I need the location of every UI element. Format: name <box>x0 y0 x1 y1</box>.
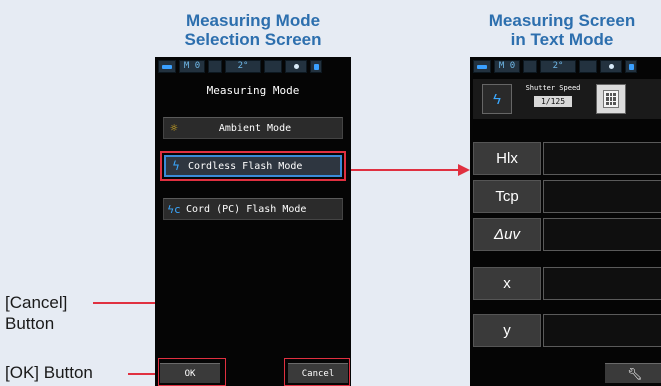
memory-indicator: M 0 <box>179 60 205 73</box>
status-blank <box>208 60 222 73</box>
shutter-speed-value: 1/125 <box>534 96 572 107</box>
sensor-icon <box>285 60 307 73</box>
status-blank <box>579 60 597 73</box>
ambient-mode-button[interactable]: ☼ Ambient Mode <box>163 117 343 139</box>
memory-indicator: M 0 <box>494 60 520 73</box>
status-blank <box>264 60 282 73</box>
measurement-label: Tcp <box>473 180 541 213</box>
battery-icon <box>473 60 491 73</box>
cord-flash-mode-button[interactable]: ϟc Cord (PC) Flash Mode <box>163 198 343 220</box>
selection-screen-heading: Measuring Mode Selection Screen <box>155 11 351 49</box>
mode-label: Ambient Mode <box>218 122 292 134</box>
transition-arrow-line <box>351 169 459 171</box>
battery-icon <box>158 60 176 73</box>
measurement-value <box>543 218 661 251</box>
flash-mode-button[interactable]: ϟ <box>482 84 512 114</box>
heading-line-1: Measuring Screen <box>488 11 636 30</box>
measurement-value <box>543 142 661 175</box>
shutter-panel: ϟ Shutter Speed 1/125 <box>473 79 661 119</box>
angle-indicator: 2° <box>540 60 576 73</box>
status-bar: M 0 2° <box>473 60 661 73</box>
lock-icon <box>310 60 322 73</box>
status-bar: M 0 2° <box>158 60 348 73</box>
measurement-label: Hlx <box>473 142 541 175</box>
heading-line-2: Selection Screen <box>184 30 322 49</box>
tool-button[interactable]: 🔧︎ <box>605 363 661 383</box>
measurement-row-tcp[interactable]: Tcp <box>473 180 661 213</box>
text-mode-screen: M 0 2° ϟ Shutter Speed 1/125 Hlx Tcp Δuv… <box>470 57 661 386</box>
status-blank <box>523 60 537 73</box>
mode-label: Cordless Flash Mode <box>188 160 303 172</box>
heading-line-1: Measuring Mode <box>185 11 321 30</box>
measurement-row-duv[interactable]: Δuv <box>473 218 661 251</box>
calculator-button[interactable] <box>596 84 626 114</box>
measurement-row-hlx[interactable]: Hlx <box>473 142 661 175</box>
cancel-highlight-box <box>284 358 350 386</box>
lock-icon <box>625 60 637 73</box>
sensor-icon <box>600 60 622 73</box>
cord-flash-icon: ϟc <box>167 202 181 216</box>
measurement-value <box>543 180 661 213</box>
flash-icon: ϟ <box>493 90 501 108</box>
cancel-callout-line-2: Button <box>5 314 55 333</box>
cordless-flash-mode-button[interactable]: ϟ Cordless Flash Mode <box>160 151 346 181</box>
measurement-row-x[interactable]: x <box>473 267 661 300</box>
ok-callout-label: [OK] Button <box>5 363 93 382</box>
shutter-speed-label: Shutter Speed <box>525 84 581 92</box>
measurement-value <box>543 267 661 300</box>
ok-leader-line <box>128 373 158 375</box>
angle-indicator: 2° <box>225 60 261 73</box>
sun-icon: ☼ <box>170 121 178 135</box>
measurement-label: Δuv <box>473 218 541 251</box>
calculator-icon <box>603 90 619 108</box>
measurement-label: x <box>473 267 541 300</box>
wrench-icon: 🔧︎ <box>627 367 643 381</box>
measurement-row-y[interactable]: y <box>473 314 661 347</box>
cancel-callout-label: [Cancel] Button <box>5 292 67 334</box>
ok-highlight-box <box>158 358 226 386</box>
shutter-speed-display[interactable]: Shutter Speed 1/125 <box>518 84 588 114</box>
mode-label: Cord (PC) Flash Mode <box>186 203 307 215</box>
measurement-value <box>543 314 661 347</box>
cancel-callout-line-1: [Cancel] <box>5 293 68 312</box>
text-mode-heading: Measuring Screen in Text Mode <box>452 11 661 49</box>
heading-line-2: in Text Mode <box>510 30 614 49</box>
transition-arrow-head <box>458 164 470 176</box>
screen-title: Measuring Mode <box>206 84 300 97</box>
flash-icon: ϟ <box>172 159 180 173</box>
measurement-label: y <box>473 314 541 347</box>
mode-selection-screen: M 0 2° Measuring Mode ☼ Ambient Mode ϟ C… <box>155 57 351 386</box>
